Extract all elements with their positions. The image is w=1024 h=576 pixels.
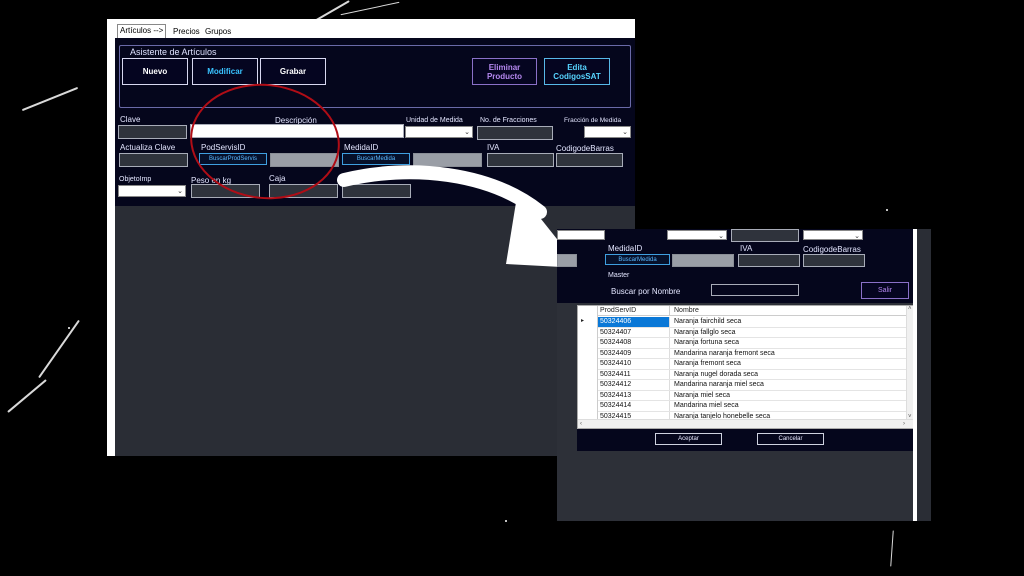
prodservid-cell[interactable]: 50324407 — [598, 327, 670, 337]
fracciones-field[interactable] — [477, 126, 553, 140]
decorative-scratch — [38, 319, 80, 379]
nombre-cell[interactable]: Mandarina naranja fremont seca — [672, 349, 775, 359]
table-row[interactable]: 50324410 Naranja fremont seca — [598, 359, 908, 370]
edita-codigossat-button[interactable]: Edita CodigosSAT — [544, 58, 610, 85]
table-row[interactable]: 50324406 Naranja fairchild seca — [598, 317, 908, 328]
table-row[interactable]: 50324412 Mandarina naranja miel seca — [598, 380, 908, 391]
scroll-up-icon[interactable]: ˄ — [908, 306, 912, 312]
row-header-column: ▸ — [578, 306, 598, 428]
chevron-down-icon: ⌄ — [718, 233, 724, 240]
tab-articulos[interactable]: Artículos --> — [117, 24, 167, 38]
scroll-right-icon[interactable]: › — [903, 420, 905, 428]
unidad-label: Unidad de Medida — [406, 117, 463, 124]
fraccion-medida-select[interactable]: ⌄ — [584, 126, 631, 138]
chevron-down-icon: ⌄ — [177, 188, 183, 195]
nombre-cell[interactable]: Mandarina naranja miel seca — [672, 380, 764, 390]
clave-field[interactable] — [118, 125, 187, 139]
nombre-cell[interactable]: Naranja fairchild seca — [672, 317, 741, 327]
medida-label: MedidaID — [344, 143, 379, 152]
fraccion-medida-label: Fracción de Medida — [564, 117, 622, 124]
curved-arrow-icon — [337, 165, 580, 268]
iva-label-zoom: IVA — [740, 244, 753, 253]
buscar-nombre-input[interactable] — [711, 284, 799, 296]
salir-button[interactable]: Salir — [861, 282, 909, 299]
nombre-cell[interactable]: Naranja fallglo seca — [672, 328, 735, 338]
column-header-prodservid[interactable]: ProdServID — [598, 306, 670, 315]
objetoimp-label: ObjetoImp — [119, 176, 152, 183]
codigo-barras-field-zoom[interactable] — [803, 254, 865, 267]
iva-label: IVA — [487, 143, 500, 152]
nombre-cell[interactable]: Mandarina miel seca — [672, 401, 739, 411]
nombre-cell[interactable]: Naranja nugel dorada seca — [672, 370, 758, 380]
select-partial[interactable] — [557, 230, 605, 240]
prodservid-cell[interactable]: 50324406 — [598, 317, 670, 327]
table-row[interactable]: 50324407 Naranja fallglo seca — [598, 327, 908, 338]
grabar-button[interactable]: Grabar — [260, 58, 326, 85]
decorative-speck — [505, 520, 507, 522]
prodservid-cell[interactable]: 50324410 — [598, 359, 670, 369]
grid-header: ProdServID Nombre — [598, 306, 908, 316]
window-edge — [107, 19, 115, 456]
table-row[interactable]: 50324413 Naranja miel seca — [598, 390, 908, 401]
prodservid-cell[interactable]: 50324409 — [598, 348, 670, 358]
zoomed-search-window: ⌄ ⌄ MedidaID BuscarMedida IVA CodigodeBa… — [557, 229, 931, 521]
current-row-indicator-icon: ▸ — [581, 318, 585, 324]
horizontal-scrollbar[interactable]: ‹ › — [578, 419, 913, 428]
prodservid-cell[interactable]: 50324414 — [598, 401, 670, 411]
table-row[interactable]: 50324414 Mandarina miel seca — [598, 401, 908, 412]
chevron-down-icon: ⌄ — [854, 233, 860, 240]
scroll-left-icon[interactable]: ‹ — [580, 420, 582, 428]
table-row[interactable]: 50324411 Naranja nugel dorada seca — [598, 369, 908, 380]
iva-field-zoom[interactable] — [738, 254, 800, 267]
fraccion-select-zoom[interactable]: ⌄ — [803, 230, 863, 240]
nuevo-button[interactable]: Nuevo — [122, 58, 188, 85]
clave-label: Clave — [120, 115, 141, 124]
fracciones-label: No. de Fracciones — [480, 117, 537, 124]
prodservid-cell[interactable]: 50324411 — [598, 369, 670, 379]
nombre-cell[interactable]: Naranja fremont seca — [672, 359, 741, 369]
actualiza-clave-field[interactable] — [119, 153, 188, 167]
buscar-nombre-label: Buscar por Nombre — [611, 287, 681, 296]
unidad-select[interactable]: ⌄ — [405, 126, 473, 138]
tab-precios[interactable]: Precios — [171, 26, 202, 38]
table-row[interactable]: 50324408 Naranja fortuna seca — [598, 338, 908, 349]
prodservis-field-zoom[interactable] — [557, 254, 577, 267]
chevron-down-icon: ⌄ — [464, 129, 470, 136]
prodservid-cell[interactable]: 50324413 — [598, 390, 670, 400]
medida-label-zoom: MedidaID — [608, 244, 643, 253]
decorative-scratch — [340, 1, 400, 16]
column-header-nombre[interactable]: Nombre — [672, 306, 699, 315]
objetoimp-select[interactable]: ⌄ — [118, 185, 186, 197]
prodservid-cell[interactable]: 50324408 — [598, 338, 670, 348]
screenshot-canvas: Artículos --> Precios Grupos Asistente d… — [0, 0, 1024, 576]
nombre-cell[interactable]: Naranja fortuna seca — [672, 338, 739, 348]
decorative-speck — [68, 327, 70, 329]
nombre-cell[interactable]: Naranja miel seca — [672, 391, 730, 401]
unidad-select-zoom[interactable]: ⌄ — [667, 230, 727, 240]
chevron-down-icon: ⌄ — [622, 129, 628, 136]
table-row[interactable]: 50324409 Mandarina naranja fremont seca — [598, 348, 908, 359]
decorative-scratch — [7, 379, 47, 413]
prodserv-grid[interactable]: ▸ ProdServID Nombre 50324406 Naranja fair… — [577, 305, 914, 429]
dialog-button-bar: Aceptar Cancelar — [577, 429, 913, 451]
tab-grupos[interactable]: Grupos — [203, 26, 233, 38]
fracciones-field-zoom[interactable] — [731, 229, 799, 242]
medida-field-zoom[interactable] — [672, 254, 734, 267]
group-title: Asistente de Artículos — [128, 47, 219, 58]
decorative-scratch — [21, 86, 79, 112]
actualiza-clave-label: Actualiza Clave — [120, 143, 176, 152]
vertical-scrollbar[interactable]: ˄ ˅ — [906, 306, 913, 420]
eliminar-producto-button[interactable]: Eliminar Producto — [472, 58, 537, 85]
modificar-button[interactable]: Modificar — [192, 58, 258, 85]
decorative-scratch — [890, 530, 894, 567]
cancelar-button[interactable]: Cancelar — [757, 433, 824, 445]
window-margin — [917, 229, 931, 521]
decorative-speck — [886, 209, 888, 211]
buscar-medida-button-zoom[interactable]: BuscarMedida — [605, 254, 670, 265]
search-bar: Buscar por Nombre Salir — [557, 278, 913, 303]
asistente-groupbox: Asistente de Artículos Nuevo Modificar G… — [119, 45, 631, 108]
aceptar-button[interactable]: Aceptar — [655, 433, 722, 445]
tab-strip: Artículos --> Precios Grupos — [115, 19, 635, 38]
prodservid-cell[interactable]: 50324412 — [598, 380, 670, 390]
